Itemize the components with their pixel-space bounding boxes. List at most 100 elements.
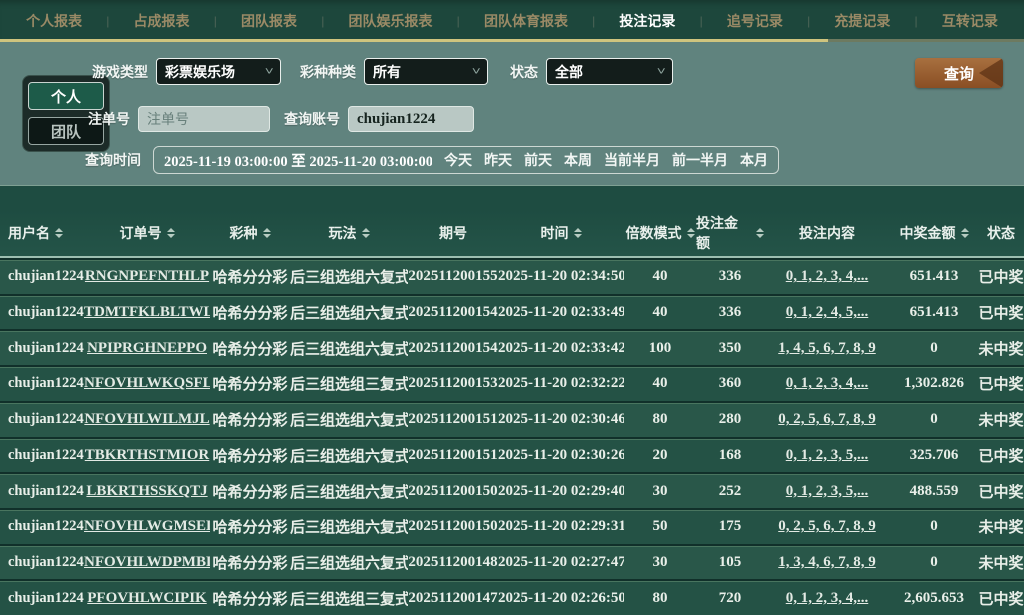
cell-issue: 202511200151	[408, 446, 498, 463]
table-row: chujian1224 PFOVHLWCIPIK 哈希分分彩 后三组选组三复式 2025…	[0, 579, 1024, 615]
search-button[interactable]: 查询	[915, 58, 1003, 88]
bet-content-link[interactable]: 0, 1, 2, 3, 5,...	[764, 483, 890, 500]
cell-lottery: 哈希分分彩	[212, 270, 288, 287]
column-label: 投注内容	[799, 225, 855, 241]
column-header-3[interactable]: 彩种	[210, 223, 290, 243]
quick-range-1[interactable]: 今天	[444, 150, 472, 170]
order-link[interactable]: TBKRTHSTMIOR	[84, 447, 210, 464]
cell-username: chujian1224	[8, 411, 84, 428]
tab-9[interactable]: 互转记录	[942, 11, 998, 31]
records-table: 用户名 订单号 彩种 玩法 期号 时间 倍数模式 投注金额 投注内容 中奖金额 状态 chujian…	[0, 185, 1024, 615]
cell-lottery: 哈希分分彩	[212, 555, 288, 572]
order-link[interactable]: NFOVHLWGMSEL	[84, 518, 210, 535]
cell-play-type: 后三组选组六复式	[290, 270, 408, 287]
bet-content-link[interactable]: 0, 1, 2, 3, 4,...	[764, 590, 890, 607]
bet-content-link[interactable]: 1, 4, 5, 6, 7, 8, 9	[764, 340, 890, 357]
bet-content-link[interactable]: 0, 1, 2, 3, 4,...	[764, 268, 890, 285]
filter-row-selects: 游戏类型 彩票娱乐场 ˅ 彩种种类 所有 ˅ 状态 全部 ˅	[92, 58, 673, 85]
tab-3[interactable]: 团队报表	[241, 11, 297, 31]
cell-win-amount: 325.706	[909, 446, 959, 463]
table-row: chujian1224 TBKRTHSTMIOR 哈希分分彩 后三组选组六复式 2025…	[0, 436, 1024, 473]
column-header-1[interactable]: 用户名	[0, 223, 84, 243]
lottery-type-select[interactable]: 所有 ˅	[364, 58, 488, 85]
column-header-8[interactable]: 投注金额	[696, 213, 764, 253]
order-link[interactable]: NFOVHLWILMJL	[84, 411, 210, 428]
quick-range-3[interactable]: 前天	[524, 150, 552, 170]
order-link[interactable]: NFOVHLWKQSFL	[84, 375, 210, 392]
tab-1[interactable]: 个人报表	[26, 11, 82, 31]
cell-multiplier: 20	[652, 446, 668, 463]
bet-content-link[interactable]: 0, 2, 5, 6, 7, 8, 9	[764, 518, 890, 535]
quick-range-6[interactable]: 前一半月	[672, 150, 728, 170]
column-header-10[interactable]: 中奖金额	[890, 223, 978, 243]
cell-multiplier: 80	[652, 589, 668, 606]
date-range-input[interactable]: 2025-11-19 03:00:00 至 2025-11-20 03:00:0…	[164, 150, 432, 171]
bet-content-link[interactable]: 0, 1, 2, 4, 5,...	[764, 304, 890, 321]
order-link[interactable]: NFOVHLWDPMBL	[84, 554, 210, 571]
quick-range-2[interactable]: 昨天	[484, 150, 512, 170]
column-label: 用户名	[8, 225, 50, 241]
table-header: 用户名 订单号 彩种 玩法 期号 时间 倍数模式 投注金额 投注内容 中奖金额 状态	[0, 210, 1024, 258]
tab-5[interactable]: 团队体育报表	[484, 11, 568, 31]
quick-range-7[interactable]: 本月	[740, 150, 768, 170]
cell-play-type: 后三组选组六复式	[290, 413, 408, 430]
order-no-input[interactable]	[138, 106, 270, 132]
chevron-down-icon: ˅	[264, 65, 274, 78]
tab-2[interactable]: 占成报表	[134, 11, 190, 31]
game-type-value: 彩票娱乐场	[165, 63, 235, 80]
column-label: 投注金额	[696, 215, 738, 251]
cell-time: 2025-11-20 02:30:46	[498, 411, 624, 428]
cell-time: 2025-11-20 02:27:47	[498, 553, 624, 570]
column-label: 中奖金额	[899, 225, 956, 241]
cell-status: 已中奖	[978, 306, 1024, 323]
table-row: chujian1224 NFOVHLWDPMBL 哈希分分彩 后三组选组六复式 2025…	[0, 543, 1024, 580]
status-label: 状态	[510, 63, 538, 80]
cell-status: 未中奖	[978, 520, 1024, 537]
table-row: chujian1224 NFOVHLWILMJL 哈希分分彩 后三组选组六复式 2025…	[0, 400, 1024, 437]
bet-content-link[interactable]: 0, 1, 2, 3, 4,...	[764, 375, 890, 392]
cell-username: chujian1224	[8, 375, 84, 392]
cell-play-type: 后三组选组三复式	[290, 591, 408, 608]
cell-bet-amount: 280	[718, 411, 742, 428]
cell-win-amount: 488.559	[909, 482, 959, 499]
cell-multiplier: 50	[652, 518, 668, 535]
cell-issue: 202511200151	[408, 411, 498, 428]
tab-8[interactable]: 充提记录	[834, 11, 890, 31]
order-link[interactable]: TDMTFKLBLTWL	[84, 304, 210, 321]
order-link[interactable]: LBKRTHSSKQTJ	[84, 483, 210, 500]
cell-status: 未中奖	[978, 555, 1024, 572]
tab-6[interactable]: 投注记录	[619, 11, 675, 31]
tab-7[interactable]: 追号记录	[727, 11, 783, 31]
column-header-7[interactable]: 倍数模式	[624, 223, 696, 243]
cell-time: 2025-11-20 02:32:22	[498, 375, 624, 392]
cell-lottery: 哈希分分彩	[212, 377, 288, 394]
order-link[interactable]: RNGNPEFNTHLP	[84, 268, 210, 285]
bet-content-link[interactable]: 1, 3, 4, 6, 7, 8, 9	[764, 554, 890, 571]
bet-content-link[interactable]: 0, 1, 2, 3, 5,...	[764, 447, 890, 464]
order-link[interactable]: NPIPRGHNEPPO	[84, 340, 210, 357]
column-header-2[interactable]: 订单号	[84, 223, 210, 243]
cell-issue: 202511200154	[408, 339, 498, 356]
column-label: 订单号	[119, 225, 162, 241]
cell-lottery: 哈希分分彩	[212, 413, 288, 430]
quick-range-4[interactable]: 本周	[564, 150, 592, 170]
status-select[interactable]: 全部 ˅	[546, 58, 673, 85]
column-header-6[interactable]: 时间	[498, 223, 624, 243]
column-header-4[interactable]: 玩法	[290, 223, 408, 243]
cell-bet-amount: 168	[718, 446, 742, 463]
order-link[interactable]: PFOVHLWCIPIK	[84, 590, 210, 607]
cell-win-amount: 0	[930, 518, 938, 535]
tab-4[interactable]: 团队娱乐报表	[348, 11, 432, 31]
cell-multiplier: 30	[652, 553, 668, 570]
cell-win-amount: 0	[930, 339, 938, 356]
bet-content-link[interactable]: 0, 2, 5, 6, 7, 8, 9	[764, 411, 890, 428]
time-label: 查询时间	[85, 152, 141, 168]
cell-multiplier: 100	[648, 339, 672, 356]
cell-bet-amount: 105	[718, 553, 742, 570]
table-row: chujian1224 TDMTFKLBLTWL 哈希分分彩 后三组选组六复式 2025…	[0, 293, 1024, 330]
quick-range-5[interactable]: 当前半月	[604, 150, 660, 170]
table-row: chujian1224 NPIPRGHNEPPO 哈希分分彩 后三组选组六复式 2025…	[0, 329, 1024, 366]
game-type-select[interactable]: 彩票娱乐场 ˅	[156, 58, 281, 85]
cell-play-type: 后三组选组六复式	[290, 341, 408, 358]
account-input[interactable]	[348, 106, 474, 132]
